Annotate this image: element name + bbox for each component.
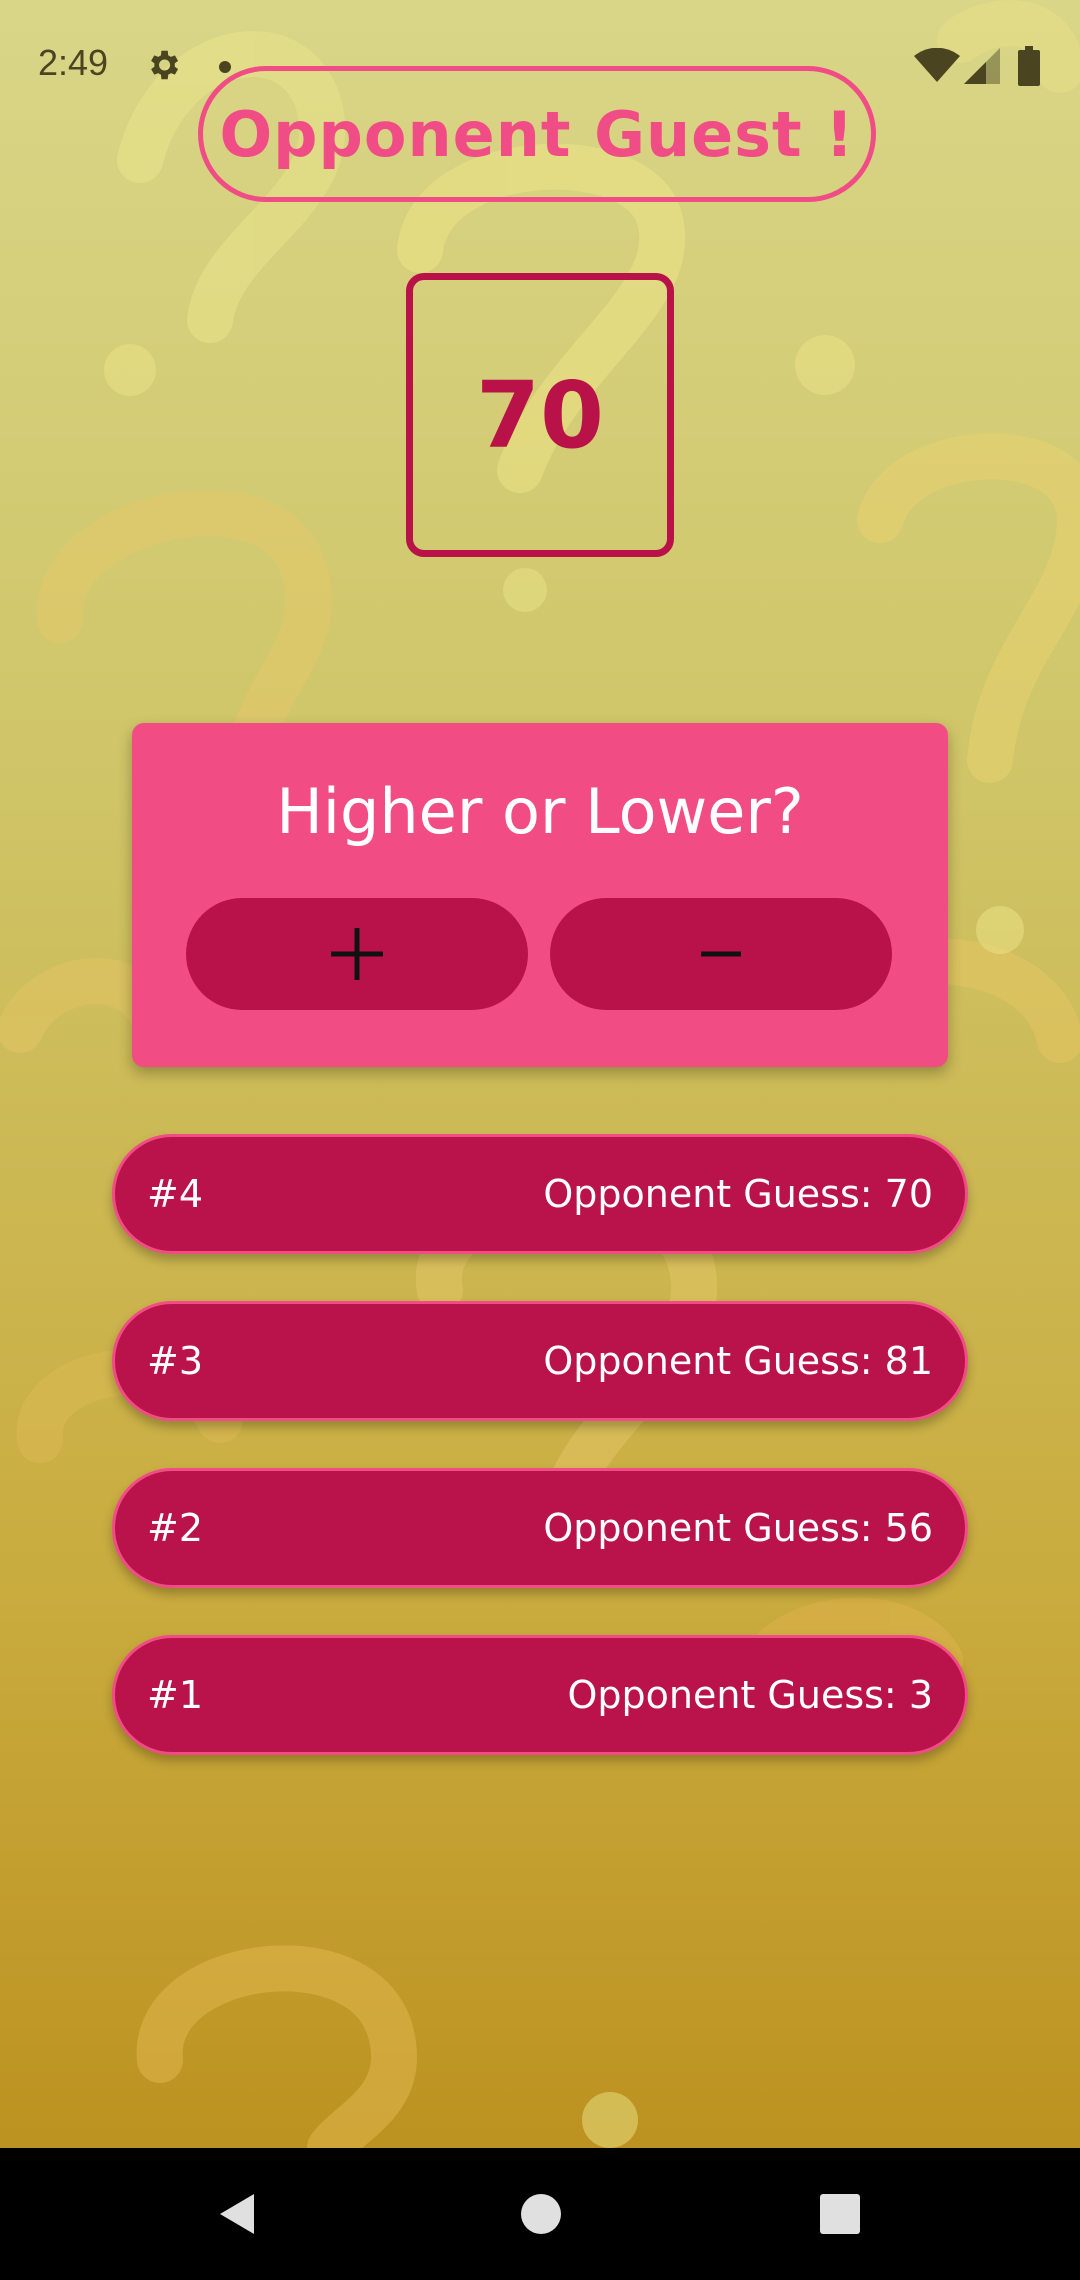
guess-round-number: #4 [147,1172,204,1216]
current-guess-value: 70 [475,361,605,469]
battery-icon [1018,46,1040,86]
signal-icon [964,48,1000,84]
card-title: Higher or Lower? [276,775,804,848]
notification-dot-icon [219,61,231,73]
list-item: #2 Opponent Guess: 56 [112,1468,968,1588]
plus-icon [331,928,383,980]
guess-text: Opponent Guess: 70 [543,1172,933,1216]
list-item: #4 Opponent Guess: 70 [112,1134,968,1254]
guess-text: Opponent Guess: 3 [567,1673,934,1717]
navigation-bar [0,2148,1080,2280]
list-item: #3 Opponent Guess: 81 [112,1301,968,1421]
wifi-icon [914,48,960,82]
game-screen: 2:49 Opponent Guest ! 70 Higher or Lower… [0,0,1080,2280]
current-guess-box: 70 [406,273,674,557]
settings-icon [151,50,179,80]
recents-icon[interactable] [816,2190,864,2238]
guess-round-number: #1 [147,1673,204,1717]
list-item: #1 Opponent Guess: 3 [112,1635,968,1755]
guess-round-number: #2 [147,1506,204,1550]
status-time: 2:49 [38,42,109,83]
guess-text: Opponent Guess: 56 [543,1506,933,1550]
page-title: Opponent Guest ! [219,97,855,171]
back-icon[interactable] [214,2190,262,2238]
minus-icon [701,951,741,957]
higher-lower-card: Higher or Lower? [132,723,948,1067]
guess-text: Opponent Guess: 81 [543,1339,933,1383]
minus-button[interactable] [550,898,892,1010]
home-icon[interactable] [517,2190,565,2238]
title-banner: Opponent Guest ! [198,66,876,202]
guess-round-number: #3 [147,1339,204,1383]
plus-button[interactable] [186,898,528,1010]
